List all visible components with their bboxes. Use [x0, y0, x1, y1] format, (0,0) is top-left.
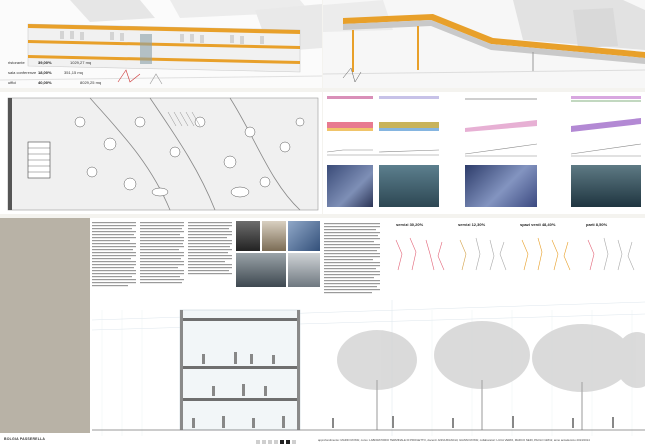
area-row-2-pct: 18,00%: [38, 70, 52, 75]
area-row-3-value: 8029,25 mq: [80, 80, 102, 85]
area-row-1-pct: 39,00%: [38, 60, 52, 65]
bridge-render-drawing: [322, 0, 645, 88]
page-dot-3: [268, 440, 272, 444]
function-share-diagrams: [395, 237, 635, 271]
share-1-name: servizi: [396, 222, 409, 227]
share-1-pct: 30,20%: [409, 222, 424, 227]
area-row-2-label: sala conferenze: [8, 70, 37, 75]
reference-photo-2: [262, 221, 286, 251]
footer-logo: BOLGIA PASSERELLA: [4, 437, 46, 441]
page-dot-4: [274, 440, 278, 444]
share-2-label: servizi 12,30%: [458, 222, 485, 227]
text-column-right-lines: [324, 223, 380, 294]
area-row-1-value: 1029,27 mq: [70, 60, 92, 65]
analysis-grid: [323, 92, 645, 214]
floor-plan: [0, 92, 322, 214]
footer-credits: approfondimento: MARIO ROSSI; corso: LAB…: [318, 439, 590, 442]
aerial-render-left: ristorante 39,00% 1029,27 mq sala confer…: [0, 0, 323, 88]
text-columns: [92, 220, 232, 300]
page-dot-2: [262, 440, 266, 444]
function-shares: servizi 30,20% servizi 12,30% spazi verd…: [390, 222, 640, 282]
section-elevation: [91, 300, 645, 436]
photo-interior-4: [571, 165, 641, 207]
reference-photo-4: [236, 253, 286, 287]
page-dot-6: [286, 440, 290, 444]
page-dot-1: [256, 440, 260, 444]
area-row-2-value: 351,15 mq: [64, 70, 83, 75]
reference-photo-5: [288, 253, 320, 287]
area-row-3-pct: 40,00%: [38, 80, 52, 85]
area-row-3-label: uffici: [8, 80, 17, 85]
side-band: [0, 218, 90, 433]
share-3-label: spazi verdi 48,40%: [520, 222, 555, 227]
page-dot-5: [280, 440, 284, 444]
share-4-pct: 8,50%: [595, 222, 608, 227]
reference-photo-3: [288, 221, 320, 251]
photo-interior-2: [379, 165, 439, 207]
share-3-name: spazi verdi: [520, 222, 541, 227]
area-row-1-label: ristorante: [8, 60, 25, 65]
presentation-board: ristorante 39,00% 1029,27 mq sala confer…: [0, 0, 645, 447]
share-2-pct: 12,30%: [471, 222, 486, 227]
text-column-right: [324, 221, 384, 301]
text-column-lines: [92, 222, 232, 287]
bridge-render: [322, 0, 645, 88]
share-3-pct: 48,40%: [541, 222, 556, 227]
photo-interior-1: [327, 165, 373, 207]
reference-photo-1: [236, 221, 260, 251]
share-4-label: parti 8,50%: [586, 222, 607, 227]
floor-plan-drawing: [0, 92, 322, 214]
share-1-label: servizi 30,20%: [396, 222, 423, 227]
share-2-name: servizi: [458, 222, 471, 227]
share-4-name: parti: [586, 222, 595, 227]
photo-interior-3: [465, 165, 537, 207]
section-elevation-drawing: [91, 300, 645, 436]
page-dot-7: [292, 440, 296, 444]
